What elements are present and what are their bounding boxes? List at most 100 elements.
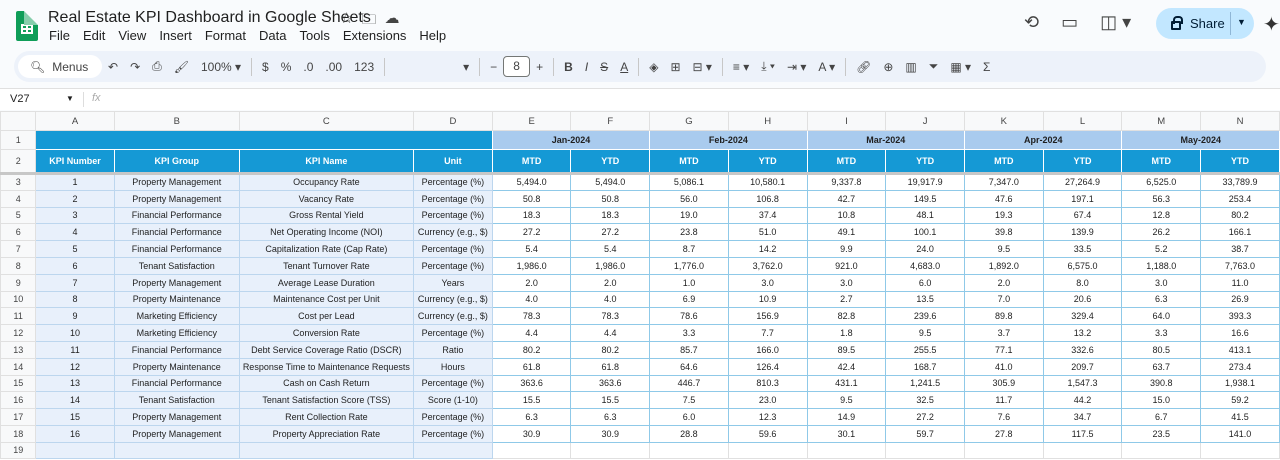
redo-icon[interactable]: ↷ (124, 60, 146, 74)
unit-cell[interactable]: Percentage (%) (412, 189, 493, 208)
empty-cell[interactable] (806, 441, 887, 459)
ytd-value-cell[interactable]: 273.4 (1200, 357, 1280, 376)
mtd-value-cell[interactable]: 390.8 (1121, 374, 1202, 393)
mtd-value-cell[interactable]: 9.9 (806, 240, 887, 258)
ytd-value-cell[interactable]: 149.5 (885, 189, 965, 208)
mtd-value-cell[interactable]: 64.0 (1121, 307, 1202, 326)
kpi-number-cell[interactable]: 15 (35, 408, 115, 426)
kpi-group-cell[interactable]: Marketing Efficiency (113, 324, 240, 342)
unit-cell[interactable]: Percentage (%) (412, 173, 493, 191)
mtd-value-cell[interactable]: 19.3 (964, 206, 1044, 225)
ytd-value-cell[interactable]: 1,986.0 (570, 256, 651, 275)
mtd-value-cell[interactable]: 1.8 (806, 324, 887, 342)
column-header-g[interactable]: G (649, 111, 729, 131)
ytd-value-cell[interactable]: 6.3 (570, 408, 651, 426)
kpi-number-cell[interactable]: 13 (35, 374, 115, 393)
kpi-number-cell[interactable]: 11 (35, 340, 115, 359)
paint-format-icon[interactable]: 🖌︎ (168, 60, 195, 74)
share-button[interactable]: Share ▼ (1156, 8, 1254, 39)
unit-cell[interactable]: Years (412, 273, 493, 292)
unit-cell[interactable]: Currency (e.g., $) (412, 223, 493, 242)
ytd-value-cell[interactable]: 5,494.0 (570, 173, 651, 191)
row-header-19[interactable]: 19 (0, 441, 37, 459)
kpi-name-cell[interactable]: Tenant Turnover Rate (238, 256, 414, 275)
ytd-value-cell[interactable]: 67.4 (1042, 206, 1123, 225)
mtd-value-cell[interactable]: 27.2 (491, 223, 572, 242)
ytd-value-cell[interactable]: 141.0 (1200, 424, 1280, 443)
menu-edit[interactable]: Edit (83, 28, 105, 43)
kpi-number-cell[interactable]: 5 (35, 240, 115, 258)
unit-cell[interactable]: Currency (e.g., $) (412, 307, 493, 326)
mtd-value-cell[interactable]: 305.9 (964, 374, 1044, 393)
menu-format[interactable]: Format (205, 28, 246, 43)
search-menus-button[interactable]: 🔍︎ Menus (18, 55, 102, 78)
mtd-value-cell[interactable]: 89.5 (806, 340, 887, 359)
row-header-10[interactable]: 10 (0, 290, 37, 309)
kpi-number-cell[interactable]: 16 (35, 424, 115, 443)
ytd-value-cell[interactable]: 51.0 (727, 223, 808, 242)
kpi-group-cell[interactable]: Property Management (113, 408, 240, 426)
ytd-value-cell[interactable]: 363.6 (570, 374, 651, 393)
mtd-value-cell[interactable]: 6.3 (491, 408, 572, 426)
ytd-value-cell[interactable]: 30.9 (570, 424, 651, 443)
ytd-value-cell[interactable]: 4.4 (570, 324, 651, 342)
mtd-value-cell[interactable]: 39.8 (964, 223, 1044, 242)
mtd-value-cell[interactable]: 80.2 (491, 340, 572, 359)
kpi-group-cell[interactable]: Property Management (113, 173, 240, 191)
mtd-value-cell[interactable]: 28.8 (649, 424, 729, 443)
mtd-value-cell[interactable]: 2.7 (806, 290, 887, 309)
ytd-value-cell[interactable]: 4.0 (570, 290, 651, 309)
undo-icon[interactable]: ↶ (102, 60, 124, 74)
more-formats-button[interactable]: 123 (348, 60, 380, 74)
ytd-value-cell[interactable]: 80.2 (570, 340, 651, 359)
mtd-value-cell[interactable]: 85.7 (649, 340, 729, 359)
ytd-value-cell[interactable]: 413.1 (1200, 340, 1280, 359)
mtd-value-cell[interactable]: 23.5 (1121, 424, 1202, 443)
ytd-value-cell[interactable]: 5.4 (570, 240, 651, 258)
mtd-value-cell[interactable]: 3.0 (1121, 273, 1202, 292)
ytd-value-cell[interactable]: 80.2 (1200, 206, 1280, 225)
column-header-b[interactable]: B (113, 111, 240, 131)
empty-cell[interactable] (1121, 441, 1202, 459)
text-color-icon[interactable]: A (614, 60, 634, 74)
ytd-value-cell[interactable]: 33,789.9 (1200, 173, 1280, 191)
horizontal-align-icon[interactable]: ≡ ▾ (727, 60, 755, 74)
ytd-value-cell[interactable]: 10.9 (727, 290, 808, 309)
ytd-value-cell[interactable]: 239.6 (885, 307, 965, 326)
ytd-value-cell[interactable]: 13.2 (1042, 324, 1123, 342)
kpi-group-cell[interactable]: Financial Performance (113, 374, 240, 393)
mtd-value-cell[interactable]: 49.1 (806, 223, 887, 242)
mtd-value-cell[interactable]: 2.0 (491, 273, 572, 292)
mtd-value-cell[interactable]: 363.6 (491, 374, 572, 393)
kpi-name-cell[interactable]: Response Time to Maintenance Requests (238, 357, 414, 376)
empty-cell[interactable] (1200, 441, 1280, 459)
row-header-13[interactable]: 13 (0, 340, 37, 359)
kpi-name-cell[interactable]: Rent Collection Rate (238, 408, 414, 426)
row-header-15[interactable]: 15 (0, 374, 37, 393)
mtd-value-cell[interactable]: 1,892.0 (964, 256, 1044, 275)
font-select[interactable]: ▾ (389, 60, 475, 74)
meet-icon[interactable]: ◫ ▾ (1100, 12, 1131, 33)
ytd-value-cell[interactable]: 253.4 (1200, 189, 1280, 208)
empty-cell[interactable] (964, 441, 1044, 459)
kpi-number-cell[interactable]: 12 (35, 357, 115, 376)
ytd-value-cell[interactable]: 9.5 (885, 324, 965, 342)
mtd-value-cell[interactable]: 3.3 (1121, 324, 1202, 342)
empty-cell[interactable] (113, 441, 240, 459)
kpi-name-cell[interactable]: Maintenance Cost per Unit (238, 290, 414, 309)
ytd-value-cell[interactable]: 78.3 (570, 307, 651, 326)
comments-icon[interactable]: ▭ (1061, 12, 1078, 33)
ytd-value-cell[interactable]: 11.0 (1200, 273, 1280, 292)
kpi-group-cell[interactable]: Financial Performance (113, 340, 240, 359)
mtd-value-cell[interactable]: 5,086.1 (649, 173, 729, 191)
mtd-value-cell[interactable]: 30.9 (491, 424, 572, 443)
column-header-e[interactable]: E (491, 111, 572, 131)
empty-cell[interactable] (238, 441, 414, 459)
ytd-value-cell[interactable]: 37.4 (727, 206, 808, 225)
ytd-value-cell[interactable]: 61.8 (570, 357, 651, 376)
mtd-value-cell[interactable]: 10.8 (806, 206, 887, 225)
ytd-value-cell[interactable]: 14.2 (727, 240, 808, 258)
kpi-name-cell[interactable]: Capitalization Rate (Cap Rate) (238, 240, 414, 258)
sheets-logo-icon[interactable] (16, 11, 38, 41)
column-header-n[interactable]: N (1200, 111, 1280, 131)
